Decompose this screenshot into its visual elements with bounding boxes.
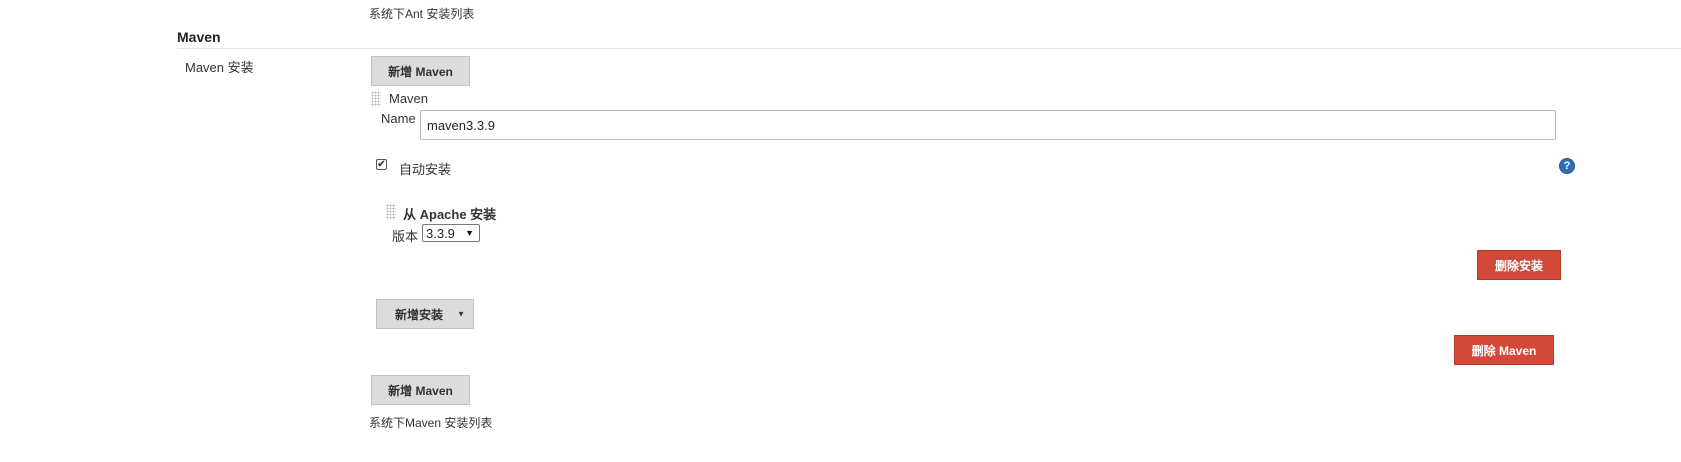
version-select[interactable]: 3.3.9 ▼ [422,224,480,242]
delete-maven-button[interactable]: 删除 Maven [1454,335,1554,365]
name-label: Name [381,111,416,126]
installer-header: 从 Apache 安装 [403,207,497,222]
drag-handle-icon[interactable] [386,204,396,220]
add-maven-button-bottom[interactable]: 新增 Maven [371,375,470,405]
version-select-value: 3.3.9 [426,225,455,241]
maven-section-title: Maven [177,29,221,45]
maven-item-header: Maven [389,91,429,106]
auto-install-checkbox[interactable]: ✔ [376,159,387,170]
drag-handle-icon[interactable] [371,91,381,107]
help-icon[interactable]: ? [1559,158,1575,174]
caret-down-icon: ▼ [457,309,465,319]
delete-installer-button[interactable]: 删除安装 [1477,250,1561,280]
maven-config-page: 系统下Ant 安装列表 Maven Maven 安装 新增 Maven Mave… [0,0,1681,462]
caret-down-icon: ▼ [465,228,474,238]
section-divider [177,48,1681,49]
check-icon: ✔ [377,158,386,170]
maven-name-input[interactable] [420,110,1556,140]
add-installer-button[interactable]: 新增安装 ▼ [376,299,474,329]
maven-installations-label: Maven 安装 [185,60,254,75]
add-installer-label: 新增安装 [395,307,444,322]
add-maven-button-top[interactable]: 新增 Maven [371,56,470,86]
ant-install-list-description: 系统下Ant 安装列表 [369,7,475,21]
version-label: 版本 [392,229,419,244]
auto-install-label: 自动安装 [399,162,452,177]
maven-install-list-description: 系统下Maven 安装列表 [369,416,493,430]
